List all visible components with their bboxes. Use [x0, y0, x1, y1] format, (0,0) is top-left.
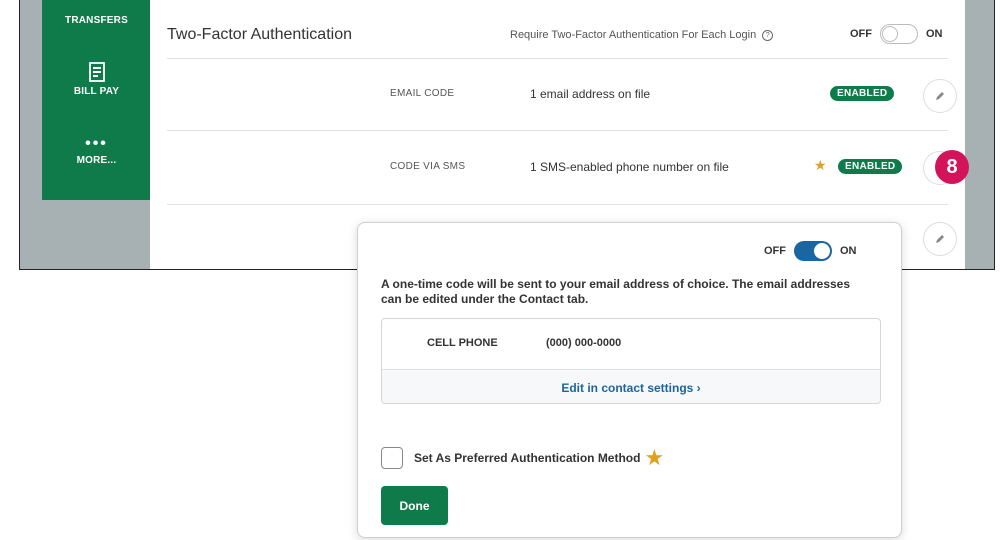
toggle-on-label: ON	[840, 245, 857, 257]
contact-label: CELL PHONE	[427, 337, 498, 349]
sidebar-item-more[interactable]: ••• MORE...	[42, 135, 151, 167]
method-row-sms: CODE VIA SMS 1 SMS-enabled phone number …	[150, 148, 965, 188]
require-2fa-toggle[interactable]	[880, 24, 918, 44]
section-title: Two-Factor Authentication	[167, 26, 352, 43]
preferred-star-icon: ★	[814, 157, 827, 173]
method-description: 1 email address on file	[530, 87, 651, 101]
contact-value: (000) 000-0000	[546, 337, 622, 349]
status-badge: ENABLED	[830, 86, 895, 101]
sidebar-item-label: TRANSFERS	[65, 15, 128, 26]
sms-method-toggle[interactable]	[794, 241, 832, 261]
divider	[167, 204, 948, 205]
help-icon[interactable]: ?	[762, 30, 774, 41]
more-dots-icon: •••	[85, 135, 108, 152]
toggle-off-label: OFF	[764, 245, 786, 257]
divider	[167, 58, 948, 59]
pencil-icon	[936, 235, 944, 243]
bill-pay-icon	[88, 62, 105, 82]
toggle-knob	[882, 26, 898, 42]
toggle-off-label: OFF	[850, 28, 872, 40]
edit-email-button[interactable]	[923, 79, 957, 113]
sidebar-nav: TRANSFERS BILL PAY ••• MORE...	[42, 0, 151, 200]
contact-row: CELL PHONE (000) 000-0000	[382, 319, 880, 369]
method-description: 1 SMS-enabled phone number on file	[530, 160, 729, 174]
requirement-text: Require Two-Factor Authentication For Ea…	[510, 29, 757, 41]
preferred-method-checkbox[interactable]	[381, 447, 403, 469]
step-number-badge: 8	[935, 150, 969, 184]
pencil-icon	[936, 92, 944, 100]
modal-description: A one-time code will be sent to your ema…	[381, 277, 851, 306]
status-badge: ENABLED	[838, 159, 903, 174]
divider	[167, 130, 948, 131]
preferred-method-label: Set As Preferred Authentication Method	[414, 451, 641, 465]
contact-card: CELL PHONE (000) 000-0000 Edit in contac…	[381, 318, 881, 404]
method-row-email: EMAIL CODE 1 email address on file ENABL…	[150, 75, 965, 115]
sidebar-item-label: BILL PAY	[73, 86, 120, 97]
sms-settings-modal: OFF ON A one-time code will be sent to y…	[357, 222, 902, 538]
method-name: CODE VIA SMS	[390, 161, 466, 172]
sidebar-item-transfers[interactable]: TRANSFERS	[42, 15, 151, 26]
preferred-method-row: Set As Preferred Authentication Method ★	[381, 447, 664, 469]
toggle-on-label: ON	[926, 28, 943, 40]
star-icon: ★	[644, 445, 665, 470]
sidebar-item-label: MORE...	[76, 155, 117, 166]
done-button[interactable]: Done	[381, 486, 448, 525]
edit-third-method-button[interactable]	[923, 222, 957, 256]
requirement-label: Require Two-Factor Authentication For Ea…	[510, 29, 774, 41]
toggle-knob	[814, 243, 830, 259]
sms-method-toggle-group: OFF ON	[764, 241, 857, 261]
edit-contact-settings-link[interactable]: Edit in contact settings ›	[382, 369, 880, 403]
sidebar-item-bill-pay[interactable]: BILL PAY	[42, 62, 151, 97]
require-2fa-toggle-group: OFF ON	[850, 24, 943, 44]
method-name: EMAIL CODE	[390, 88, 455, 99]
